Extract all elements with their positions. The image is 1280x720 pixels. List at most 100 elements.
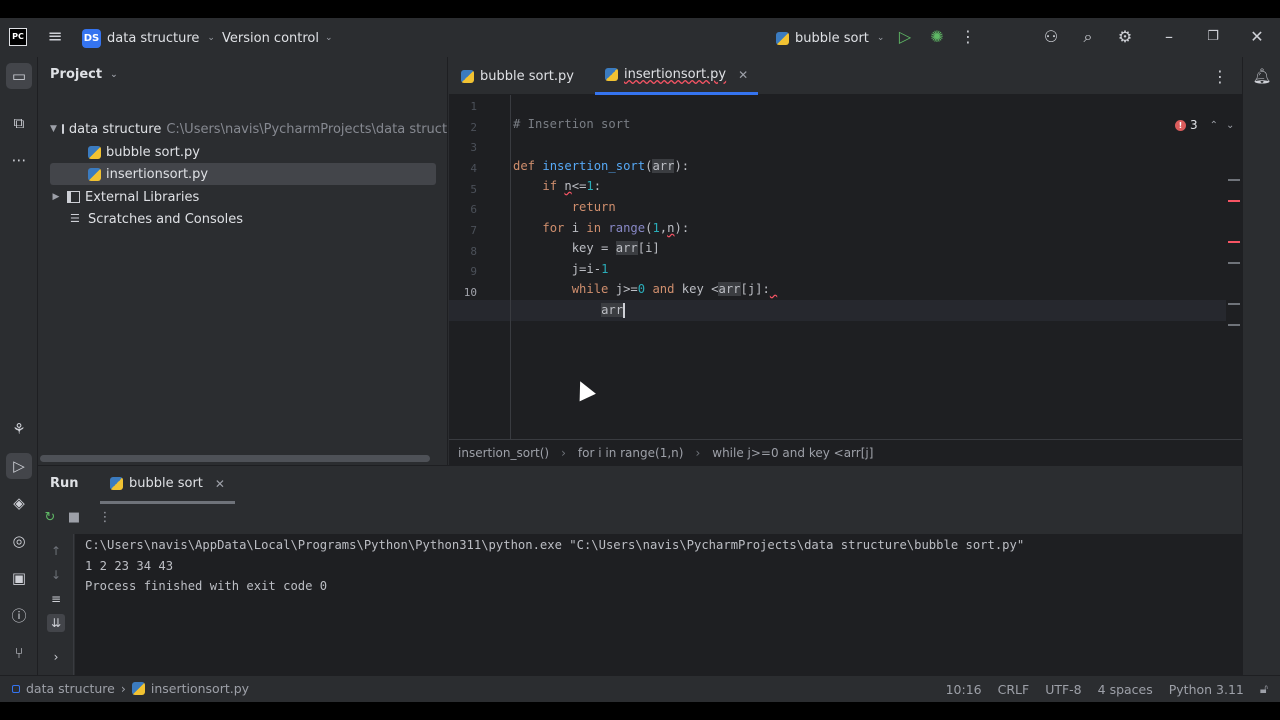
code-line-1[interactable]: # Insertion sort: [513, 114, 630, 134]
python-packages-icon[interactable]: ⚘: [6, 416, 32, 442]
code-line-4[interactable]: if n<=1:: [513, 176, 601, 196]
editor-tabs: bubble sort.py insertionsort.py ✕ ⋮: [449, 57, 1242, 95]
project-tool-folder-icon[interactable]: ▭: [6, 63, 32, 89]
run-tab-bubble-sort[interactable]: bubble sort ✕: [100, 466, 235, 504]
structure-icon[interactable]: ⧉: [6, 110, 32, 136]
scroll-marker[interactable]: [1228, 179, 1240, 181]
caret-right-icon[interactable]: ▶: [50, 192, 62, 202]
scroll-to-end-icon[interactable]: ⇊: [47, 614, 65, 632]
tab-options-icon[interactable]: ⋮: [1212, 67, 1228, 86]
code-line-7[interactable]: key = arr[i]: [513, 238, 660, 258]
stop-icon[interactable]: ■: [66, 510, 82, 526]
run-tool-icon[interactable]: ▷: [6, 453, 32, 479]
more-tools-icon[interactable]: ⋯: [6, 147, 32, 173]
line-number-current: 10: [463, 286, 477, 299]
notifications-bell-icon[interactable]: 🔔︎: [1249, 63, 1275, 89]
layers-icon[interactable]: ◈: [6, 490, 32, 516]
project-panel-header[interactable]: Project ⌄: [50, 67, 118, 82]
tree-scratches[interactable]: ☰ Scratches and Consoles: [50, 208, 436, 230]
code-line-9[interactable]: while j>=0 and key <arr[j]:: [513, 279, 777, 299]
git-icon[interactable]: ⑂: [6, 640, 32, 666]
code-line-8[interactable]: j=i-1: [513, 259, 609, 279]
tab-bubble-sort[interactable]: bubble sort.py: [451, 57, 584, 95]
expand-icon[interactable]: ›: [47, 648, 65, 666]
tree-root-folder[interactable]: ▼ data structure C:\Users\navis\PycharmP…: [50, 118, 447, 140]
more-actions-icon[interactable]: ⋮: [958, 27, 978, 47]
more-options-icon[interactable]: ⋮: [97, 510, 113, 526]
line-ending[interactable]: CRLF: [998, 682, 1030, 697]
breadcrumb-item[interactable]: for i in range(1,n): [578, 446, 684, 460]
python-file-icon: [605, 68, 618, 81]
line-number: 5: [470, 183, 477, 196]
scroll-up-icon[interactable]: ↑: [47, 542, 65, 560]
error-stripe-marker[interactable]: [1228, 241, 1240, 243]
code-line-5[interactable]: return: [513, 197, 616, 217]
console-line: Process finished with exit code 0: [85, 579, 328, 593]
caret-position[interactable]: 10:16: [946, 682, 982, 697]
soft-wrap-icon[interactable]: ≡: [47, 590, 65, 608]
scroll-marker[interactable]: [1228, 303, 1240, 305]
inspection-widget[interactable]: ! 3 ⌃⌄: [1175, 118, 1242, 132]
scroll-marker[interactable]: [1228, 324, 1240, 326]
close-tab-icon[interactable]: ✕: [738, 68, 748, 82]
python-file-icon: [776, 31, 789, 45]
run-configuration-selector[interactable]: bubble sort ⌄: [776, 27, 884, 49]
scratches-label: Scratches and Consoles: [88, 211, 244, 227]
version-control-menu[interactable]: Version control ⌄: [222, 27, 333, 49]
error-stripe-marker[interactable]: [1228, 200, 1240, 202]
run-icon[interactable]: ▷: [895, 27, 915, 47]
root-folder-name: data structure: [68, 121, 162, 137]
ide-window: PC ≡ DS data structure ⌄ Version control…: [0, 18, 1280, 702]
code-line-10[interactable]: arr: [513, 300, 626, 320]
breadcrumb-item[interactable]: while j>=0 and key <arr[j]: [712, 446, 873, 460]
scroll-marker[interactable]: [1228, 262, 1240, 264]
tree-file-bubble-sort[interactable]: bubble sort.py: [50, 141, 436, 163]
breadcrumb-item[interactable]: insertion_sort(): [458, 446, 549, 460]
project-panel-title: Project: [50, 67, 103, 82]
navigate-errors-icon[interactable]: ⌃⌄: [1210, 120, 1243, 131]
status-file[interactable]: insertionsort.py: [151, 681, 249, 696]
folder-icon: [61, 124, 64, 134]
indent-setting[interactable]: 4 spaces: [1098, 682, 1153, 697]
rerun-icon[interactable]: ↻: [42, 510, 58, 526]
run-config-label: bubble sort: [795, 30, 869, 46]
close-tab-icon[interactable]: ✕: [215, 477, 225, 491]
tree-external-libraries[interactable]: ▶ External Libraries: [50, 186, 436, 208]
line-number: 2: [470, 121, 477, 134]
run-tab-label: bubble sort: [129, 476, 203, 491]
error-icon: !: [1175, 119, 1186, 131]
tab-label: insertionsort.py: [624, 67, 727, 82]
file-encoding[interactable]: UTF-8: [1045, 682, 1081, 697]
debug-icon[interactable]: ✺: [927, 27, 947, 47]
add-user-icon[interactable]: ⚇: [1041, 27, 1061, 47]
tree-file-insertionsort[interactable]: insertionsort.py: [50, 163, 436, 185]
code-line-3[interactable]: def insertion_sort(arr):: [513, 156, 689, 176]
code-breadcrumb: insertion_sort() › for i in range(1,n) ›…: [449, 439, 1242, 465]
code-line-6[interactable]: for i in range(1,n):: [513, 218, 689, 238]
status-widgets: 10:16 CRLF UTF-8 4 spaces Python 3.11 🔓︎: [946, 681, 1268, 697]
main-menu-icon[interactable]: ≡: [46, 28, 64, 46]
search-icon[interactable]: ⌕: [1078, 27, 1098, 47]
run-toolbar: ↻ ■ ⋮: [38, 504, 1242, 534]
minimize-icon[interactable]: –: [1159, 27, 1179, 47]
caret-down-icon[interactable]: ▼: [50, 124, 57, 134]
line-number: 6: [470, 203, 477, 216]
scroll-down-icon[interactable]: ↓: [47, 566, 65, 584]
restore-icon[interactable]: ❐: [1203, 27, 1223, 47]
problems-icon[interactable]: ⓘ: [6, 603, 32, 629]
line-number: 9: [470, 265, 477, 278]
project-switcher[interactable]: DS data structure ⌄: [82, 27, 215, 49]
services-icon[interactable]: ◎: [6, 528, 32, 554]
close-window-icon[interactable]: ✕: [1247, 27, 1267, 47]
run-panel-title: Run: [50, 476, 79, 491]
lock-icon[interactable]: 🔓︎: [1260, 681, 1268, 697]
python-interpreter[interactable]: Python 3.11: [1169, 682, 1244, 697]
status-project[interactable]: data structure: [26, 681, 115, 696]
tab-insertionsort[interactable]: insertionsort.py ✕: [595, 57, 759, 95]
version-control-label: Version control: [222, 30, 319, 46]
console-line: 1 2 23 34 43: [85, 559, 174, 573]
horizontal-scrollbar[interactable]: [40, 455, 430, 462]
settings-gear-icon[interactable]: ⚙: [1115, 27, 1135, 47]
console-output[interactable]: C:\Users\navis\AppData\Local\Programs\Py…: [75, 534, 1242, 676]
terminal-icon[interactable]: ▣: [6, 565, 32, 591]
